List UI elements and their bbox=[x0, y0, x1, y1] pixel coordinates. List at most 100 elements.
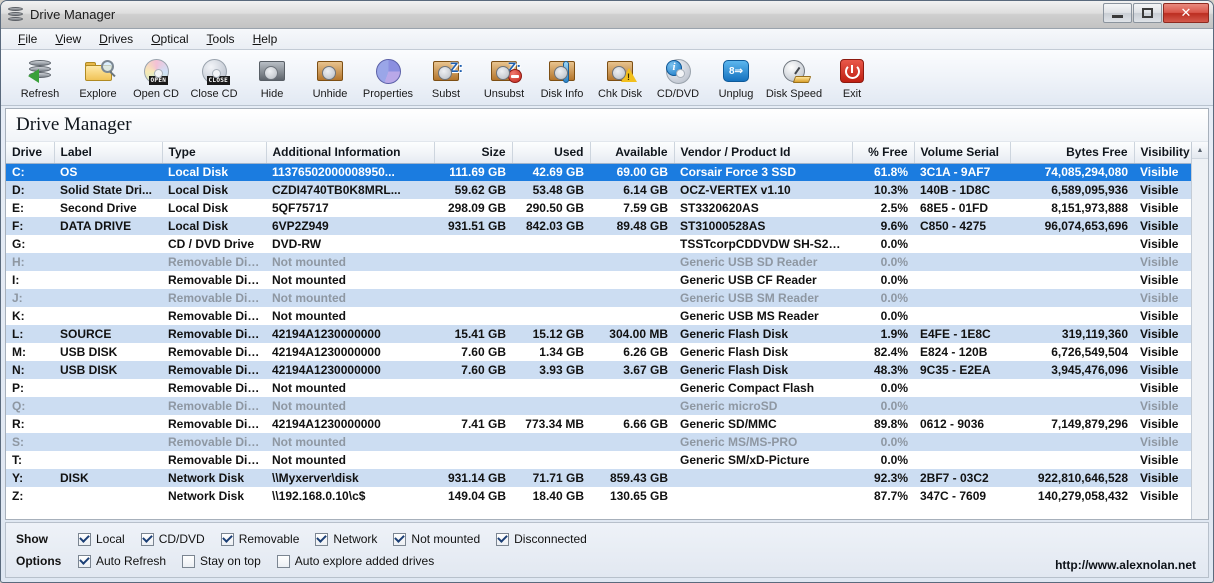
menu-view[interactable]: View bbox=[46, 30, 90, 48]
table-row[interactable]: Z:Network Disk\\192.168.0.10\c$149.04 GB… bbox=[6, 487, 1191, 505]
toolbar-exit-button[interactable]: Exit bbox=[823, 54, 881, 104]
cell-vendor: Generic microSD bbox=[674, 397, 852, 415]
option-auto-explore-added-drives[interactable]: Auto explore added drives bbox=[277, 554, 434, 568]
checkbox-label: Network bbox=[333, 532, 377, 546]
cell-serial bbox=[914, 235, 1010, 253]
table-row[interactable]: T:Removable DiskNot mountedGeneric SM/xD… bbox=[6, 451, 1191, 469]
cell-size: 111.69 GB bbox=[434, 163, 512, 181]
table-row[interactable]: M:USB DISKRemovable Disk42194A1230000000… bbox=[6, 343, 1191, 361]
table-row[interactable]: N:USB DISKRemovable Disk42194A1230000000… bbox=[6, 361, 1191, 379]
scroll-up-arrow[interactable]: ▲ bbox=[1192, 142, 1208, 159]
cell-bytesfree bbox=[1010, 379, 1134, 397]
column-header-serial[interactable]: Volume Serial bbox=[914, 142, 1010, 163]
table-row[interactable]: F:DATA DRIVELocal Disk6VP2Z949931.51 GB8… bbox=[6, 217, 1191, 235]
toolbar-explore-button[interactable]: Explore bbox=[69, 54, 127, 104]
cd-close-icon: CLOSE bbox=[197, 56, 231, 86]
column-header-pctfree[interactable]: % Free bbox=[852, 142, 914, 163]
show-filter-cd-dvd[interactable]: CD/DVD bbox=[141, 532, 205, 546]
cell-visibility: Visible bbox=[1134, 343, 1191, 361]
column-header-bytesfree[interactable]: Bytes Free bbox=[1010, 142, 1134, 163]
column-header-available[interactable]: Available bbox=[590, 142, 674, 163]
cell-size: 149.04 GB bbox=[434, 487, 512, 505]
menu-accel: D bbox=[99, 32, 108, 46]
cell-drive: T: bbox=[6, 451, 54, 469]
menu-optical[interactable]: Optical bbox=[142, 30, 197, 48]
cell-size: 7.41 GB bbox=[434, 415, 512, 433]
menu-label: ptical bbox=[161, 32, 189, 46]
toolbar-close-cd-button[interactable]: CLOSE Close CD bbox=[185, 54, 243, 104]
column-header-visibility[interactable]: Visibility bbox=[1134, 142, 1191, 163]
checkbox-label: Local bbox=[96, 532, 125, 546]
cell-pctfree: 61.8% bbox=[852, 163, 914, 181]
cell-pctfree: 0.0% bbox=[852, 253, 914, 271]
column-header-size[interactable]: Size bbox=[434, 142, 512, 163]
table-row[interactable]: S:Removable DiskNot mountedGeneric MS/MS… bbox=[6, 433, 1191, 451]
toolbar-open-cd-button[interactable]: OPEN Open CD bbox=[127, 54, 185, 104]
cell-serial bbox=[914, 289, 1010, 307]
menu-drives[interactable]: Drives bbox=[90, 30, 142, 48]
cell-available: 6.66 GB bbox=[590, 415, 674, 433]
cell-type: Removable Disk bbox=[162, 307, 266, 325]
show-filter-removable[interactable]: Removable bbox=[221, 532, 300, 546]
show-filter-disconnected[interactable]: Disconnected bbox=[496, 532, 587, 546]
column-header-drive[interactable]: Drive bbox=[6, 142, 54, 163]
column-header-used[interactable]: Used bbox=[512, 142, 590, 163]
column-header-label[interactable]: Label bbox=[54, 142, 162, 163]
table-row[interactable]: Q:Removable DiskNot mountedGeneric micro… bbox=[6, 397, 1191, 415]
window-title: Drive Manager bbox=[30, 7, 115, 22]
toolbar-refresh-button[interactable]: Refresh bbox=[11, 54, 69, 104]
show-filter-local[interactable]: Local bbox=[78, 532, 125, 546]
table-row[interactable]: G:CD / DVD DriveDVD-RWTSSTcorpCDDVDW SH-… bbox=[6, 235, 1191, 253]
toolbar-cd-dvd-button[interactable]: CD/DVD bbox=[649, 54, 707, 104]
option-auto-refresh[interactable]: Auto Refresh bbox=[78, 554, 166, 568]
cell-size bbox=[434, 271, 512, 289]
cell-available bbox=[590, 235, 674, 253]
toolbar-subst-button[interactable]: Z: Subst bbox=[417, 54, 475, 104]
menu-help[interactable]: Help bbox=[244, 30, 287, 48]
toolbar-chk-disk-button[interactable]: Chk Disk bbox=[591, 54, 649, 104]
toolbar-disk-info-button[interactable]: Disk Info bbox=[533, 54, 591, 104]
table-row[interactable]: E:Second DriveLocal Disk5QF75717298.09 G… bbox=[6, 199, 1191, 217]
scroll-track[interactable] bbox=[1192, 159, 1208, 519]
show-filter-network[interactable]: Network bbox=[315, 532, 377, 546]
toolbar-hide-button[interactable]: Hide bbox=[243, 54, 301, 104]
table-row[interactable]: D:Solid State Dri...Local DiskCZDI4740TB… bbox=[6, 181, 1191, 199]
title-bar: Drive Manager ✕ bbox=[1, 1, 1213, 29]
cell-label: DISK bbox=[54, 469, 162, 487]
column-header-type[interactable]: Type bbox=[162, 142, 266, 163]
column-header-additional[interactable]: Additional Information bbox=[266, 142, 434, 163]
close-button[interactable]: ✕ bbox=[1163, 3, 1209, 23]
toolbar-unhide-button[interactable]: Unhide bbox=[301, 54, 359, 104]
table-row[interactable]: R:Removable Disk42194A12300000007.41 GB7… bbox=[6, 415, 1191, 433]
table-row[interactable]: K:Removable DiskNot mountedGeneric USB M… bbox=[6, 307, 1191, 325]
menu-tools[interactable]: Tools bbox=[198, 30, 244, 48]
cell-drive: Y: bbox=[6, 469, 54, 487]
maximize-button[interactable] bbox=[1133, 3, 1162, 23]
check-disk-icon bbox=[603, 56, 637, 86]
column-header-vendor[interactable]: Vendor / Product Id bbox=[674, 142, 852, 163]
table-vertical-scrollbar[interactable]: ▲ bbox=[1191, 142, 1208, 519]
cell-type: Network Disk bbox=[162, 487, 266, 505]
table-row[interactable]: I:Removable DiskNot mountedGeneric USB C… bbox=[6, 271, 1191, 289]
cell-type: Removable Disk bbox=[162, 361, 266, 379]
cell-type: Local Disk bbox=[162, 199, 266, 217]
option-stay-on-top[interactable]: Stay on top bbox=[182, 554, 261, 568]
table-row[interactable]: C:OSLocal Disk11376502000008950...111.69… bbox=[6, 163, 1191, 181]
cell-pctfree: 0.0% bbox=[852, 397, 914, 415]
toolbar-unplug-button[interactable]: 8⇒ Unplug bbox=[707, 54, 765, 104]
table-row[interactable]: L:SOURCERemovable Disk42194A123000000015… bbox=[6, 325, 1191, 343]
cell-available: 130.65 GB bbox=[590, 487, 674, 505]
cell-used bbox=[512, 451, 590, 469]
table-row[interactable]: Y:DISKNetwork Disk\\Myxerver\disk931.14 … bbox=[6, 469, 1191, 487]
menu-file[interactable]: File bbox=[9, 30, 46, 48]
show-filter-not-mounted[interactable]: Not mounted bbox=[393, 532, 480, 546]
toolbar-unsubst-button[interactable]: Z: Unsubst bbox=[475, 54, 533, 104]
table-row[interactable]: H:Removable DiskNot mountedGeneric USB S… bbox=[6, 253, 1191, 271]
minimize-button[interactable] bbox=[1103, 3, 1132, 23]
toolbar-properties-button[interactable]: Properties bbox=[359, 54, 417, 104]
table-row[interactable]: J:Removable DiskNot mountedGeneric USB S… bbox=[6, 289, 1191, 307]
table-row[interactable]: P:Removable DiskNot mountedGeneric Compa… bbox=[6, 379, 1191, 397]
cell-serial: E824 - 120B bbox=[914, 343, 1010, 361]
toolbar-disk-speed-button[interactable]: Disk Speed bbox=[765, 54, 823, 104]
cell-visibility: Visible bbox=[1134, 163, 1191, 181]
